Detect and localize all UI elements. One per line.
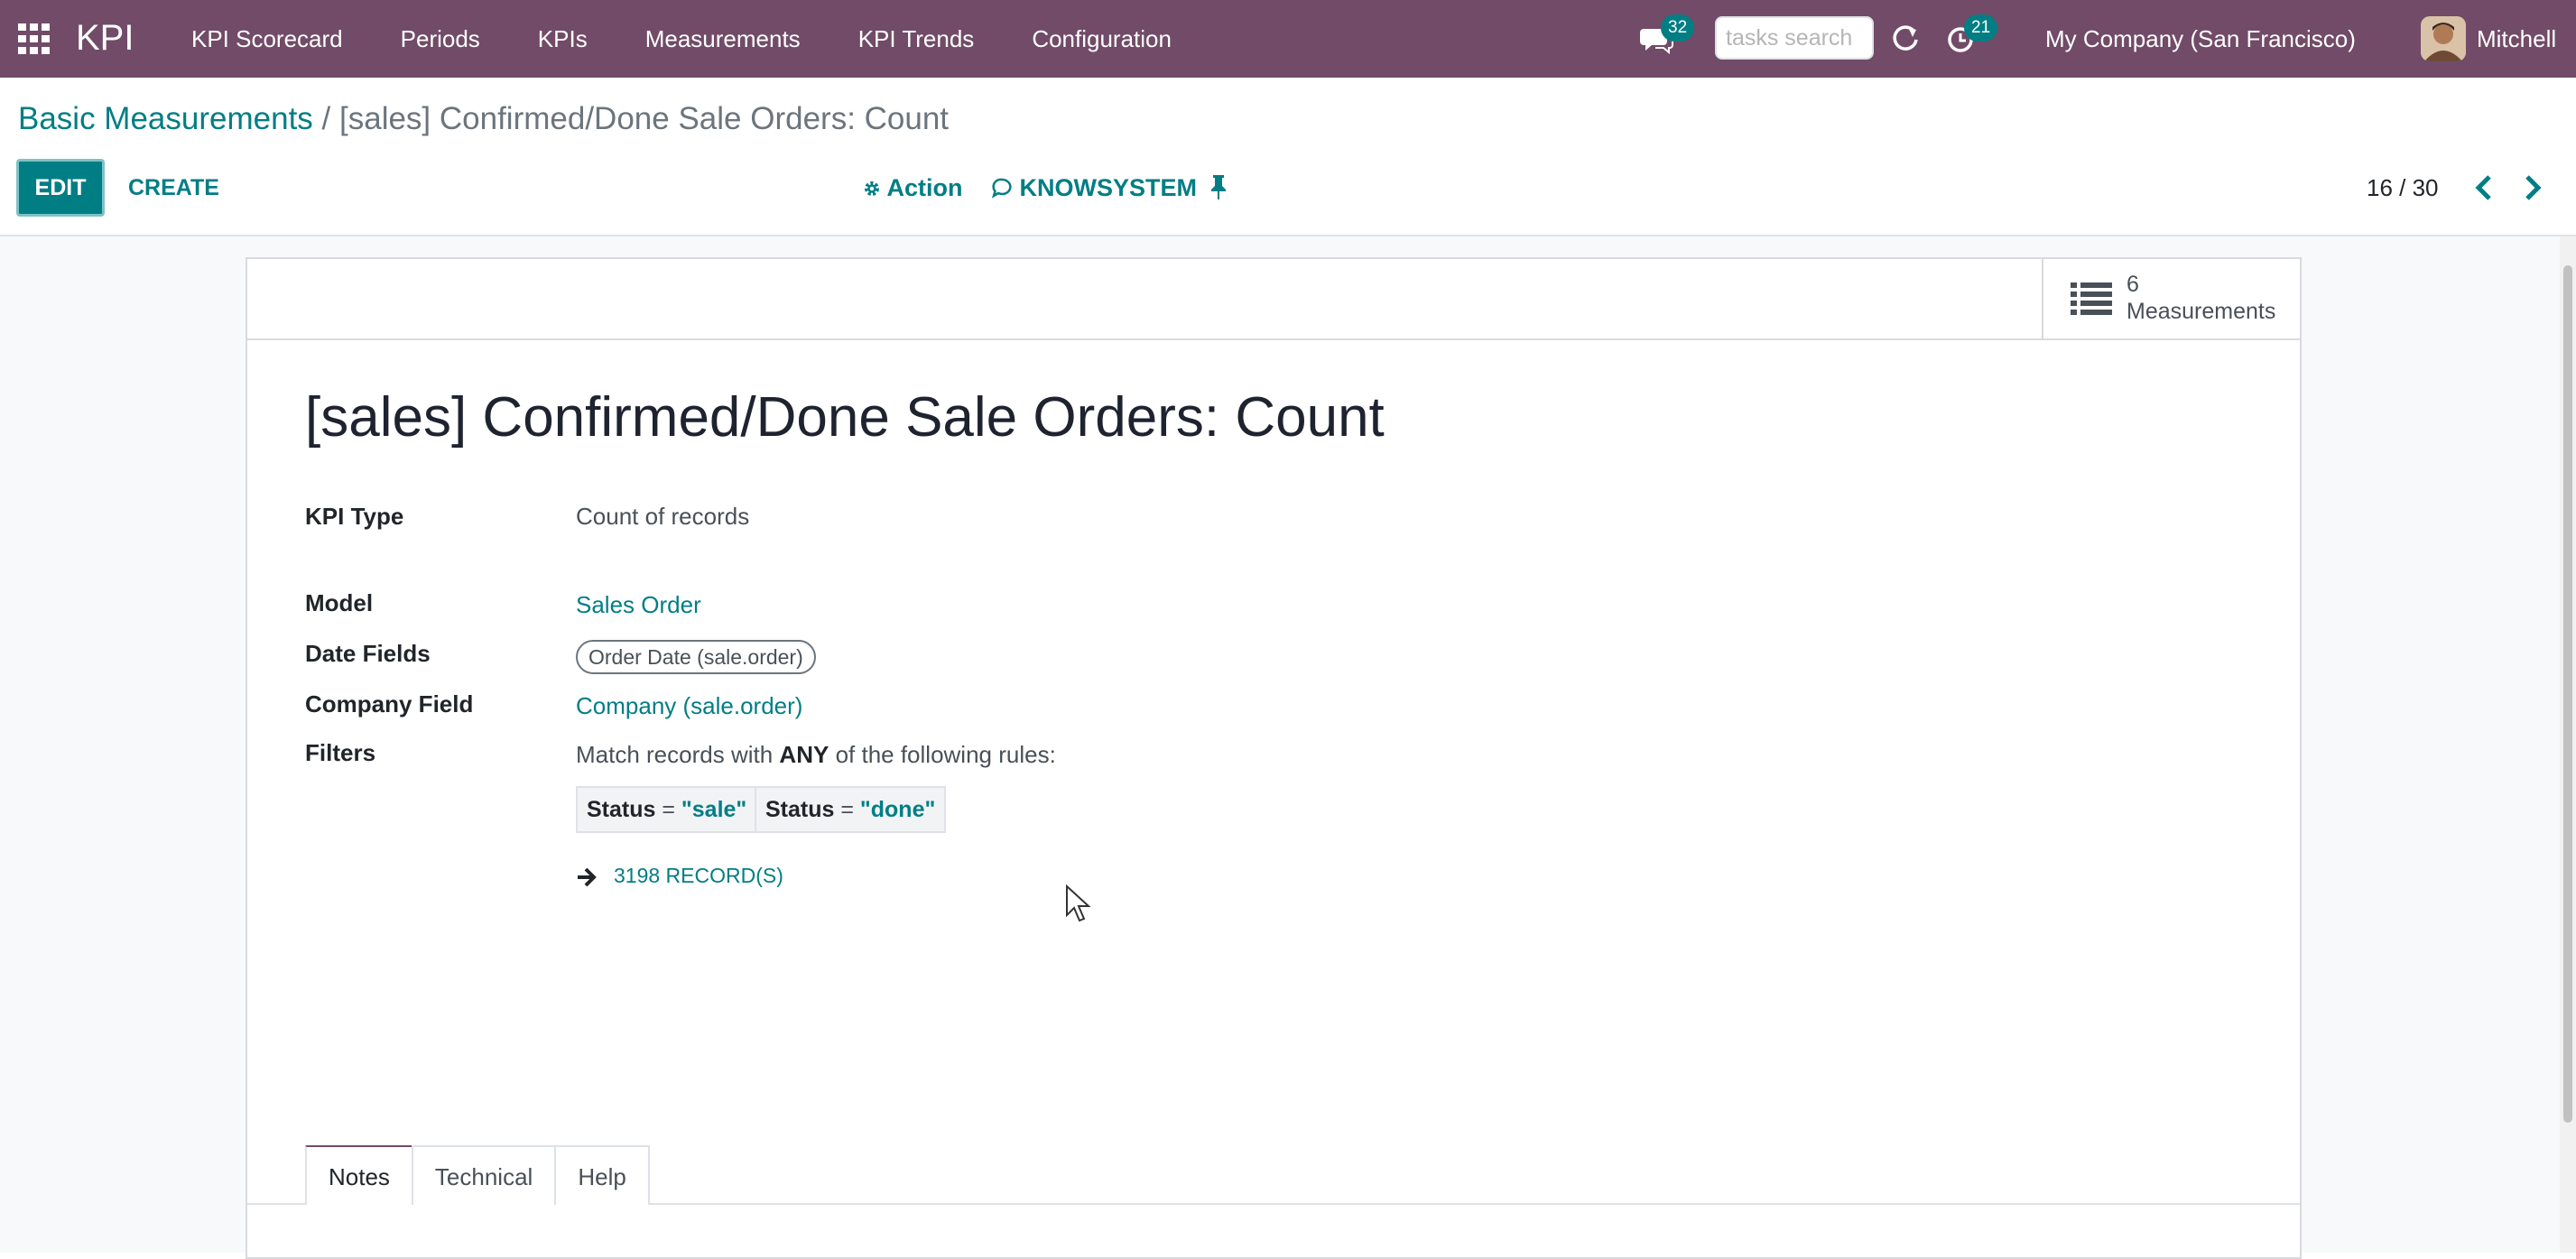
knowsystem-label: KNOWSYSTEM [1019, 174, 1198, 201]
top-navbar: KPI KPI Scorecard Periods KPIs Measureme… [0, 0, 2576, 78]
action-label: Action [886, 174, 963, 201]
pin-icon[interactable] [1206, 173, 1231, 200]
filter-intro-prefix: Match records with [576, 741, 774, 768]
knowsystem-button[interactable]: KNOWSYSTEM [991, 159, 1197, 217]
menu-kpi-scorecard[interactable]: KPI Scorecard [162, 25, 372, 53]
model-label: Model [305, 589, 374, 616]
menu-configuration[interactable]: Configuration [1003, 25, 1200, 53]
pager-next-icon[interactable] [2518, 171, 2547, 204]
comment-icon [991, 178, 1012, 199]
smart-button-box: 6 Measurements [247, 259, 2300, 340]
kpi-type-value: Count of records [576, 503, 750, 530]
model-value-link[interactable]: Sales Order [576, 591, 701, 619]
apps-grid-icon[interactable] [18, 23, 51, 54]
company-field-value-link[interactable]: Company (sale.order) [576, 692, 802, 720]
company-field-label: Company Field [305, 690, 474, 717]
pager-value[interactable]: 16 / 30 [2367, 159, 2439, 217]
user-name[interactable]: Mitchell [2477, 0, 2556, 78]
chat-count-badge: 32 [1661, 14, 1695, 42]
tasks-search-input[interactable] [1715, 16, 1874, 60]
filter-intro-keyword: ANY [779, 741, 829, 768]
menu-measurements[interactable]: Measurements [616, 25, 829, 53]
form-sheet: 6 Measurements [sales] Confirmed/Done Sa… [246, 257, 2302, 1259]
arrow-right-icon [578, 867, 597, 887]
rule-value: "sale" [681, 797, 747, 822]
app-brand[interactable]: KPI [76, 13, 134, 63]
rule-field: Status [587, 797, 656, 822]
breadcrumb-current: [sales] Confirmed/Done Sale Orders: Coun… [339, 101, 950, 136]
measurements-label: Measurements [2127, 299, 2276, 324]
vertical-scrollbar[interactable] [2560, 236, 2576, 1253]
date-fields-label: Date Fields [305, 640, 431, 667]
control-panel: Basic Measurements / [sales] Confirmed/D… [0, 78, 2576, 236]
filter-rule-chip[interactable]: Status = "sale" [576, 786, 758, 833]
rule-field: Status [765, 797, 835, 822]
records-count-link[interactable]: 3198 RECORD(S) [614, 864, 783, 888]
refresh-icon[interactable] [1888, 22, 1923, 56]
filter-intro-text: Match records with ANY of the following … [576, 741, 1056, 769]
measurements-count: 6 [2127, 272, 2139, 297]
scrollbar-thumb[interactable] [2563, 265, 2572, 1123]
pager-previous-icon[interactable] [2469, 171, 2498, 204]
tab-technical[interactable]: Technical [411, 1145, 557, 1205]
filters-label: Filters [305, 739, 376, 766]
menu-periods[interactable]: Periods [372, 25, 509, 53]
filter-rule-chip[interactable]: Status = "done" [755, 786, 947, 833]
date-field-tag[interactable]: Order Date (sale.order) [576, 640, 816, 674]
action-menu-button[interactable]: Action [863, 159, 963, 217]
activity-count-badge: 21 [1964, 14, 1998, 42]
breadcrumb-separator: / [321, 101, 331, 136]
breadcrumb: Basic Measurements / [sales] Confirmed/D… [18, 101, 949, 137]
list-icon [2071, 282, 2112, 315]
create-button[interactable]: CREATE [123, 159, 225, 217]
rule-operator: = [840, 797, 860, 822]
breadcrumb-parent-link[interactable]: Basic Measurements [18, 101, 313, 136]
company-switcher[interactable]: My Company (San Francisco) [2045, 0, 2356, 78]
rule-operator: = [662, 797, 681, 822]
filter-intro-suffix: of the following rules: [835, 741, 1056, 768]
measurements-smart-button[interactable]: 6 Measurements [2042, 259, 2300, 338]
tab-help[interactable]: Help [554, 1145, 650, 1205]
edit-button[interactable]: EDIT [16, 159, 105, 217]
gear-icon [865, 181, 879, 196]
kpi-type-label: KPI Type [305, 503, 404, 530]
menu-kpis[interactable]: KPIs [509, 25, 616, 53]
tab-notes[interactable]: Notes [305, 1145, 413, 1205]
mouse-pointer-icon [1066, 884, 1091, 922]
record-title: [sales] Confirmed/Done Sale Orders: Coun… [305, 386, 1385, 449]
user-avatar[interactable] [2421, 16, 2466, 61]
rule-value: "done" [859, 797, 936, 822]
main-menu: KPI Scorecard Periods KPIs Measurements … [162, 0, 1200, 78]
notebook-tabs: Notes Technical Help [305, 1145, 650, 1205]
menu-kpi-trends[interactable]: KPI Trends [829, 25, 1004, 53]
